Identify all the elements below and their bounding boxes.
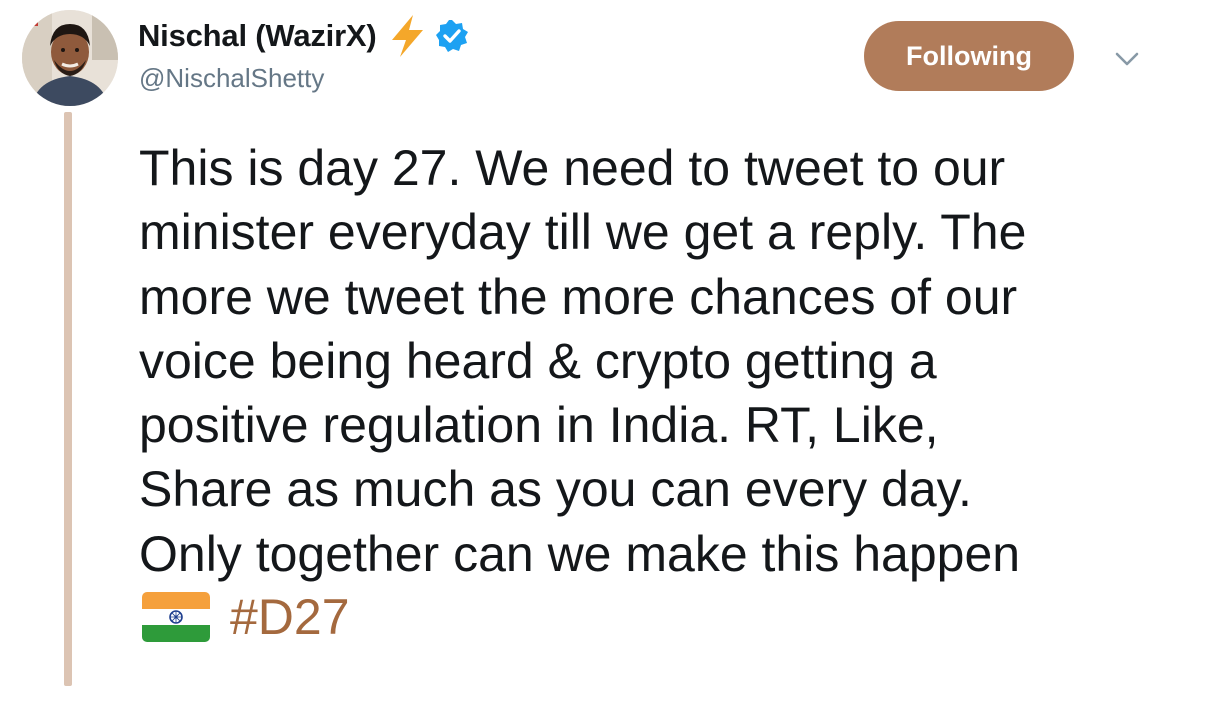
tweet-text-line: voice being heard & crypto getting a bbox=[139, 332, 937, 389]
author-name-row: Nischal (WazirX) bbox=[138, 14, 469, 58]
chevron-down-icon[interactable] bbox=[1112, 48, 1142, 70]
tweet-text-line: Share as much as you can every day. bbox=[139, 461, 972, 518]
author-avatar[interactable] bbox=[22, 10, 118, 106]
tweet-text-line: positive regulation in India. RT, Like, bbox=[139, 397, 939, 454]
hashtag-link[interactable]: #D27 bbox=[230, 588, 350, 646]
author-handle[interactable]: @NischalShetty bbox=[139, 63, 324, 94]
verified-badge-icon bbox=[435, 19, 469, 53]
following-button[interactable]: Following bbox=[864, 21, 1074, 91]
tweet-timestamp-cropped bbox=[139, 676, 146, 706]
tweet-text-line: minister everyday till we get a reply. T… bbox=[139, 204, 1027, 261]
tweet-text: This is day 27. We need to tweet to our … bbox=[139, 136, 1159, 586]
india-flag-icon bbox=[142, 592, 210, 642]
lightning-bolt-icon bbox=[387, 14, 427, 58]
tweet-text-line: more we tweet the more chances of our bbox=[139, 268, 1018, 325]
thread-connector-line bbox=[64, 112, 72, 686]
author-display-name[interactable]: Nischal (WazirX) bbox=[138, 18, 377, 54]
tweet-text-line: This is day 27. We need to tweet to our bbox=[139, 140, 1006, 196]
tweet-hashtag-row: #D27 bbox=[142, 585, 350, 649]
tweet-text-line: Only together can we make this happen bbox=[139, 525, 1021, 582]
